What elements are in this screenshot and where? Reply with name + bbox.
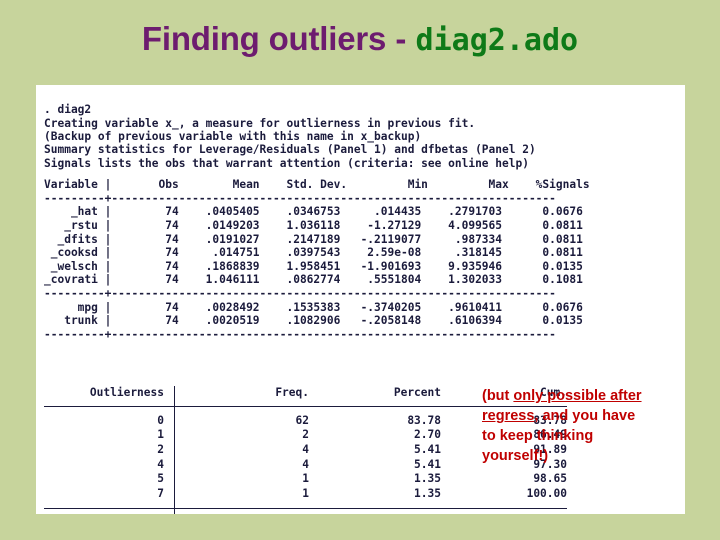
cell-percent: 2.70 <box>414 428 441 442</box>
cell-percent: 5.41 <box>414 442 441 456</box>
annotation-part-1: (but <box>482 388 514 404</box>
column-header-freq: Freq. <box>275 386 309 400</box>
cell-freq: 62 <box>295 413 309 427</box>
table-spacer <box>44 501 567 509</box>
table-spacer <box>44 508 567 514</box>
cell-freq: 4 <box>302 442 309 456</box>
annotation-part-2: , and you have <box>534 408 636 424</box>
annotation-note: (but only possible after regress, and you… <box>482 386 682 466</box>
summary-statistics-table: Variable | Obs Mean Std. Dev. Min Max %S… <box>44 178 590 341</box>
cell-freq: 2 <box>302 428 309 442</box>
annotation-underline-2: regress <box>482 408 535 424</box>
cell-outlierness: 7 <box>157 486 164 500</box>
cell-cum: 98.65 <box>533 472 567 486</box>
cell-freq: 1 <box>302 472 309 486</box>
cell-outlierness: 2 <box>157 442 164 456</box>
annotation-part-3: to keep thinking <box>482 428 594 444</box>
column-header-outlierness: Outlierness <box>89 386 164 400</box>
page-title-separator: - <box>386 20 416 57</box>
cell-outlierness: 4 <box>157 457 164 471</box>
page-title: Finding outliers - diag2.ado <box>0 22 720 56</box>
console-intro-text: . diag2 Creating variable x_, a measure … <box>44 103 476 144</box>
cell-outlierness: 1 <box>157 428 164 442</box>
cell-percent: 5.41 <box>414 457 441 471</box>
cell-outlierness: 5 <box>157 472 164 486</box>
cell-percent: 1.35 <box>414 472 441 486</box>
cell-percent: 1.35 <box>414 486 441 500</box>
cell-outlierness: 0 <box>157 413 164 427</box>
table-row: 5 1 1.35 98.65 <box>44 472 567 487</box>
page-title-mono: diag2.ado <box>415 23 579 58</box>
column-header-percent: Percent <box>393 386 441 400</box>
cell-freq: 4 <box>302 457 309 471</box>
cell-percent: 83.78 <box>407 413 441 427</box>
cell-freq: 1 <box>302 486 309 500</box>
table-row: 7 1 1.35 100.00 <box>44 486 567 502</box>
cell-cum: 100.00 <box>526 486 567 500</box>
console-summary-text: Summary statistics for Leverage/Residual… <box>44 143 536 170</box>
annotation-underline-1: only possible after <box>513 388 642 404</box>
annotation-part-4: yourself!) <box>482 448 549 464</box>
page-title-main: Finding outliers <box>141 20 387 57</box>
